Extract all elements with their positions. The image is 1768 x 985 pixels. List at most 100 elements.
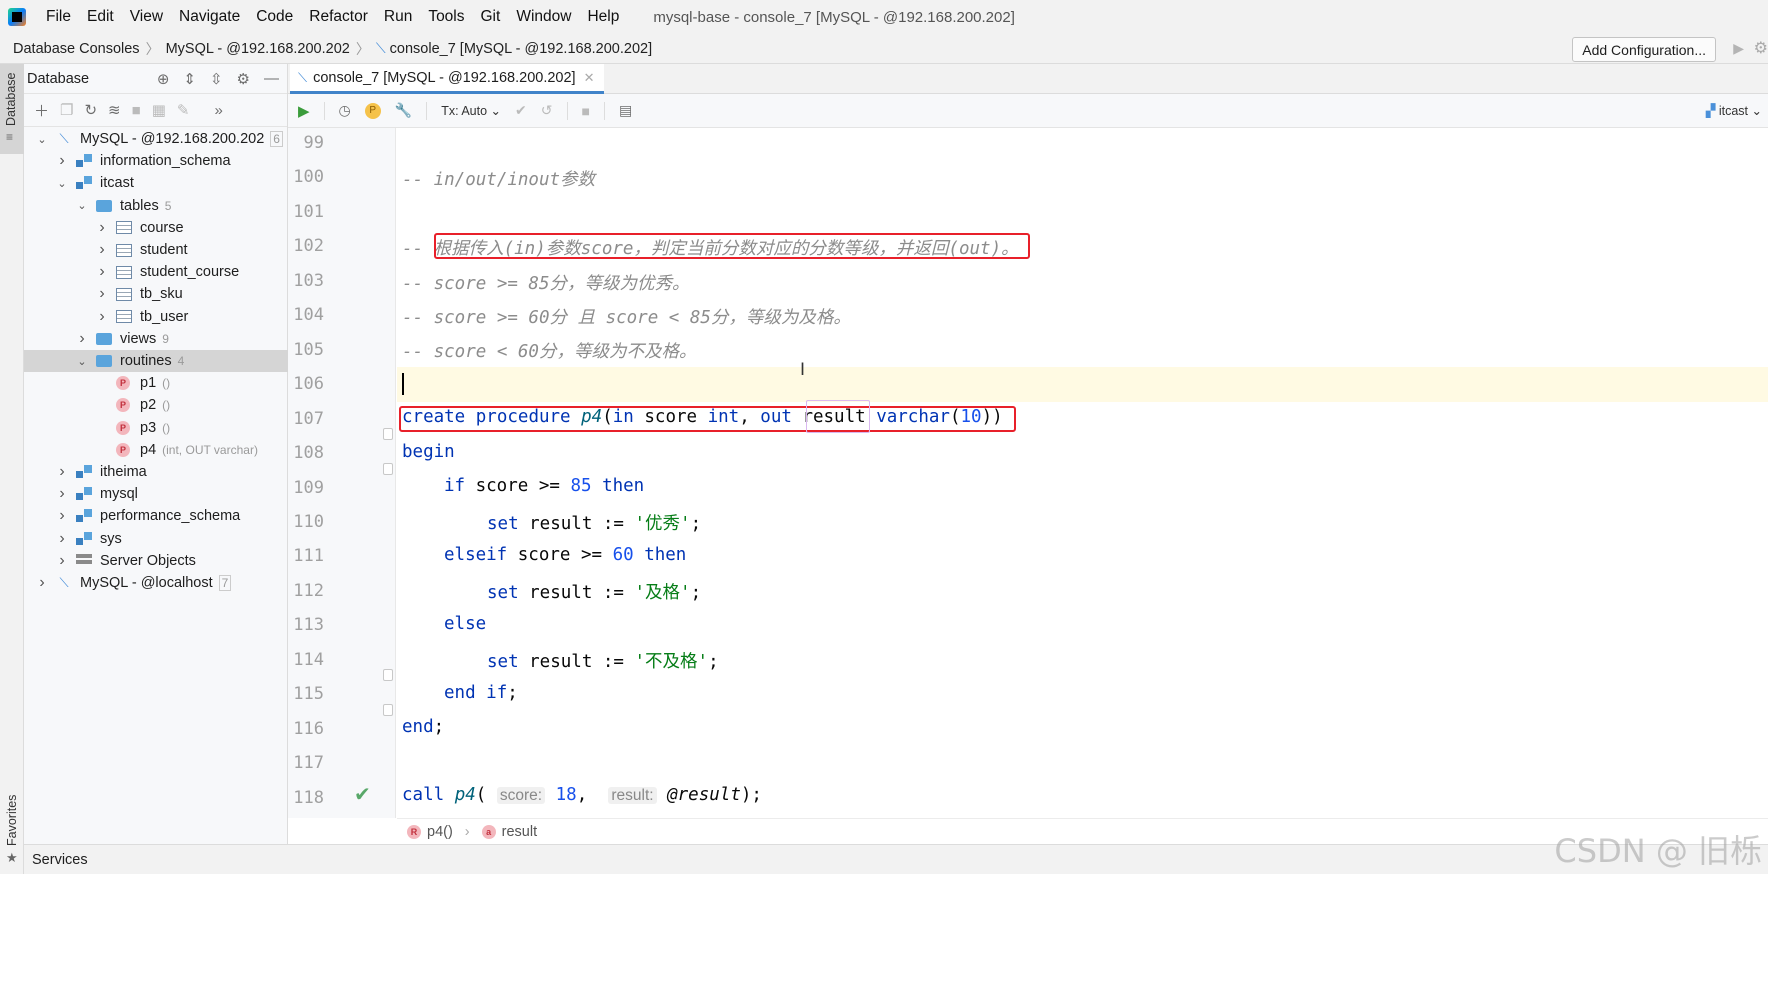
breadcrumb-argument[interactable]: result — [502, 824, 537, 840]
profile-icon[interactable]: P — [364, 102, 381, 119]
menu-code[interactable]: Code — [248, 8, 301, 26]
tree-item-tb-user[interactable]: › tb_user — [24, 306, 288, 328]
menu-edit[interactable]: Edit — [79, 8, 122, 26]
crumb-connection[interactable]: MySQL - @192.168.200.202 — [166, 41, 350, 57]
chevron-right-icon[interactable]: › — [36, 574, 48, 592]
stop-icon[interactable]: ■ — [582, 103, 590, 119]
schema-selector[interactable]: ▞ itcast ⌄ — [1706, 103, 1762, 118]
refresh-icon[interactable]: ↻ — [84, 101, 97, 119]
menu-git[interactable]: Git — [473, 8, 509, 26]
tree-item-count: 5 — [164, 198, 172, 213]
more-icon[interactable]: » — [214, 102, 222, 119]
edit-icon[interactable]: ✎ — [177, 101, 190, 119]
tree-item-mysql-192-168-200-202[interactable]: ⌄ ⟍ MySQL - @192.168.200.202 6 — [24, 128, 288, 150]
tree-item-itheima[interactable]: › itheima — [24, 461, 288, 483]
chevron-right-icon[interactable]: › — [76, 330, 88, 348]
crumb-database-consoles[interactable]: Database Consoles — [13, 41, 140, 57]
tree-item-tables[interactable]: ⌄ tables 5 — [24, 195, 288, 217]
tree-item-course[interactable]: › course — [24, 217, 288, 239]
chevron-right-icon[interactable]: › — [96, 263, 108, 281]
chevron-down-icon[interactable]: ⌄ — [36, 133, 48, 146]
chevron-down-icon[interactable]: ⌄ — [76, 355, 88, 368]
fold-marker-icon[interactable] — [383, 703, 393, 716]
tree-item-p1[interactable]: Pp1 () — [24, 372, 288, 394]
tree-item-mysql[interactable]: › mysql — [24, 483, 288, 505]
wrench-icon[interactable]: 🔧 — [395, 102, 412, 119]
execute-icon[interactable]: ▶ — [298, 102, 310, 120]
menu-refactor[interactable]: Refactor — [301, 8, 376, 26]
tree-item-itcast[interactable]: ⌄ itcast — [24, 172, 288, 194]
tree-item-information-schema[interactable]: › information_schema — [24, 150, 288, 172]
line-number: 117 — [293, 753, 324, 774]
rollback-icon[interactable]: ↺ — [541, 102, 553, 119]
tree-item-tb-sku[interactable]: › tb_sku — [24, 283, 288, 305]
menu-run[interactable]: Run — [376, 8, 420, 26]
selection-outline — [806, 400, 870, 433]
gear-icon[interactable]: ⚙ — [1754, 38, 1768, 58]
copy-icon[interactable]: ❐ — [60, 101, 73, 119]
menu-tools[interactable]: Tools — [420, 8, 472, 26]
tree-item-p3[interactable]: Pp3 () — [24, 417, 288, 439]
menu-window[interactable]: Window — [508, 8, 579, 26]
line-number: 109 — [293, 477, 324, 498]
tree-item-p2[interactable]: Pp2 () — [24, 394, 288, 416]
chevron-right-icon[interactable]: › — [56, 507, 68, 525]
chevron-right-icon[interactable]: › — [56, 485, 68, 503]
run-icon[interactable]: ▶ — [1733, 40, 1744, 57]
menu-view[interactable]: View — [122, 8, 171, 26]
stop-icon[interactable]: ■ — [132, 102, 141, 119]
tree-item-mysql-localhost[interactable]: › ⟍ MySQL - @localhost 7 — [24, 572, 288, 594]
output-icon[interactable]: ▤ — [619, 102, 632, 119]
schema-diff-icon[interactable]: ≋ — [108, 101, 121, 119]
close-icon[interactable]: ✕ — [584, 70, 595, 86]
chevron-right-icon[interactable]: › — [96, 285, 108, 303]
add-icon[interactable]: ＋ — [34, 100, 49, 121]
history-icon[interactable]: ◷ — [339, 102, 351, 119]
fold-marker-icon[interactable] — [383, 669, 393, 682]
tree-item-server-objects[interactable]: › Server Objects — [24, 550, 288, 572]
chevron-right-icon[interactable]: › — [96, 219, 108, 237]
breadcrumb-procedure[interactable]: p4() — [427, 824, 453, 840]
crumb-console[interactable]: console_7 [MySQL - @192.168.200.202] — [390, 41, 652, 57]
tree-item-label: MySQL - @192.168.200.202 — [80, 131, 265, 147]
menu-navigate[interactable]: Navigate — [171, 8, 248, 26]
stripe-favorites-label[interactable]: Favorites — [5, 795, 19, 846]
commit-icon[interactable]: ✔ — [515, 102, 527, 119]
tree-item-student[interactable]: › student — [24, 239, 288, 261]
fold-marker-icon[interactable] — [383, 428, 393, 441]
tree-item-student-course[interactable]: › student_course — [24, 261, 288, 283]
line-number: 106 — [293, 374, 324, 395]
tree-item-count: 9 — [162, 331, 169, 346]
tree-item-views[interactable]: › views 9 — [24, 328, 288, 350]
expand-all-icon[interactable]: ⇕ — [183, 70, 196, 88]
add-configuration-button[interactable]: Add Configuration... — [1572, 37, 1716, 62]
collapse-all-icon[interactable]: ⇳ — [210, 70, 223, 88]
tree-item-performance-schema[interactable]: › performance_schema — [24, 505, 288, 527]
stripe-database-tab[interactable]: Database ≡ — [0, 64, 24, 154]
services-tab[interactable]: Services — [32, 852, 88, 868]
chevron-down-icon[interactable]: ⌄ — [56, 177, 68, 190]
tab-console-7[interactable]: ⟍ console_7 [MySQL - @192.168.200.202] ✕ — [290, 64, 605, 94]
chevron-right-icon[interactable]: › — [56, 463, 68, 481]
locate-icon[interactable]: ⊕ — [157, 70, 170, 88]
tree-item-sys[interactable]: › sys — [24, 528, 288, 550]
chevron-right-icon[interactable]: › — [56, 530, 68, 548]
settings-icon[interactable]: ⚙ — [237, 70, 250, 88]
tx-mode-dropdown[interactable]: Tx: Auto ⌄ — [441, 103, 501, 118]
hide-icon[interactable]: — — [264, 70, 279, 88]
menu-file[interactable]: File — [38, 8, 79, 26]
stripe-database-label: Database — [4, 72, 18, 126]
chevron-right-icon[interactable]: › — [56, 152, 68, 170]
chevron-right-icon[interactable]: › — [96, 241, 108, 259]
menu-help[interactable]: Help — [579, 8, 627, 26]
chevron-right-icon[interactable]: › — [56, 552, 68, 570]
chevron-right-icon[interactable]: › — [96, 308, 108, 326]
watermark: CSDN @ 旧栎 — [1554, 832, 1762, 870]
fold-marker-icon[interactable] — [383, 462, 393, 475]
table-view-icon[interactable]: ▦ — [152, 101, 166, 119]
chevron-down-icon[interactable]: ⌄ — [76, 199, 88, 212]
tree-item-routines[interactable]: ⌄ routines 4 — [24, 350, 288, 372]
line-number: 110 — [293, 511, 324, 532]
tree-item-p4[interactable]: Pp4 (int, OUT varchar) — [24, 439, 288, 461]
code-editor[interactable]: I -- in/out/inout参数 -- 根据传入(in)参数score，判… — [397, 128, 1768, 818]
